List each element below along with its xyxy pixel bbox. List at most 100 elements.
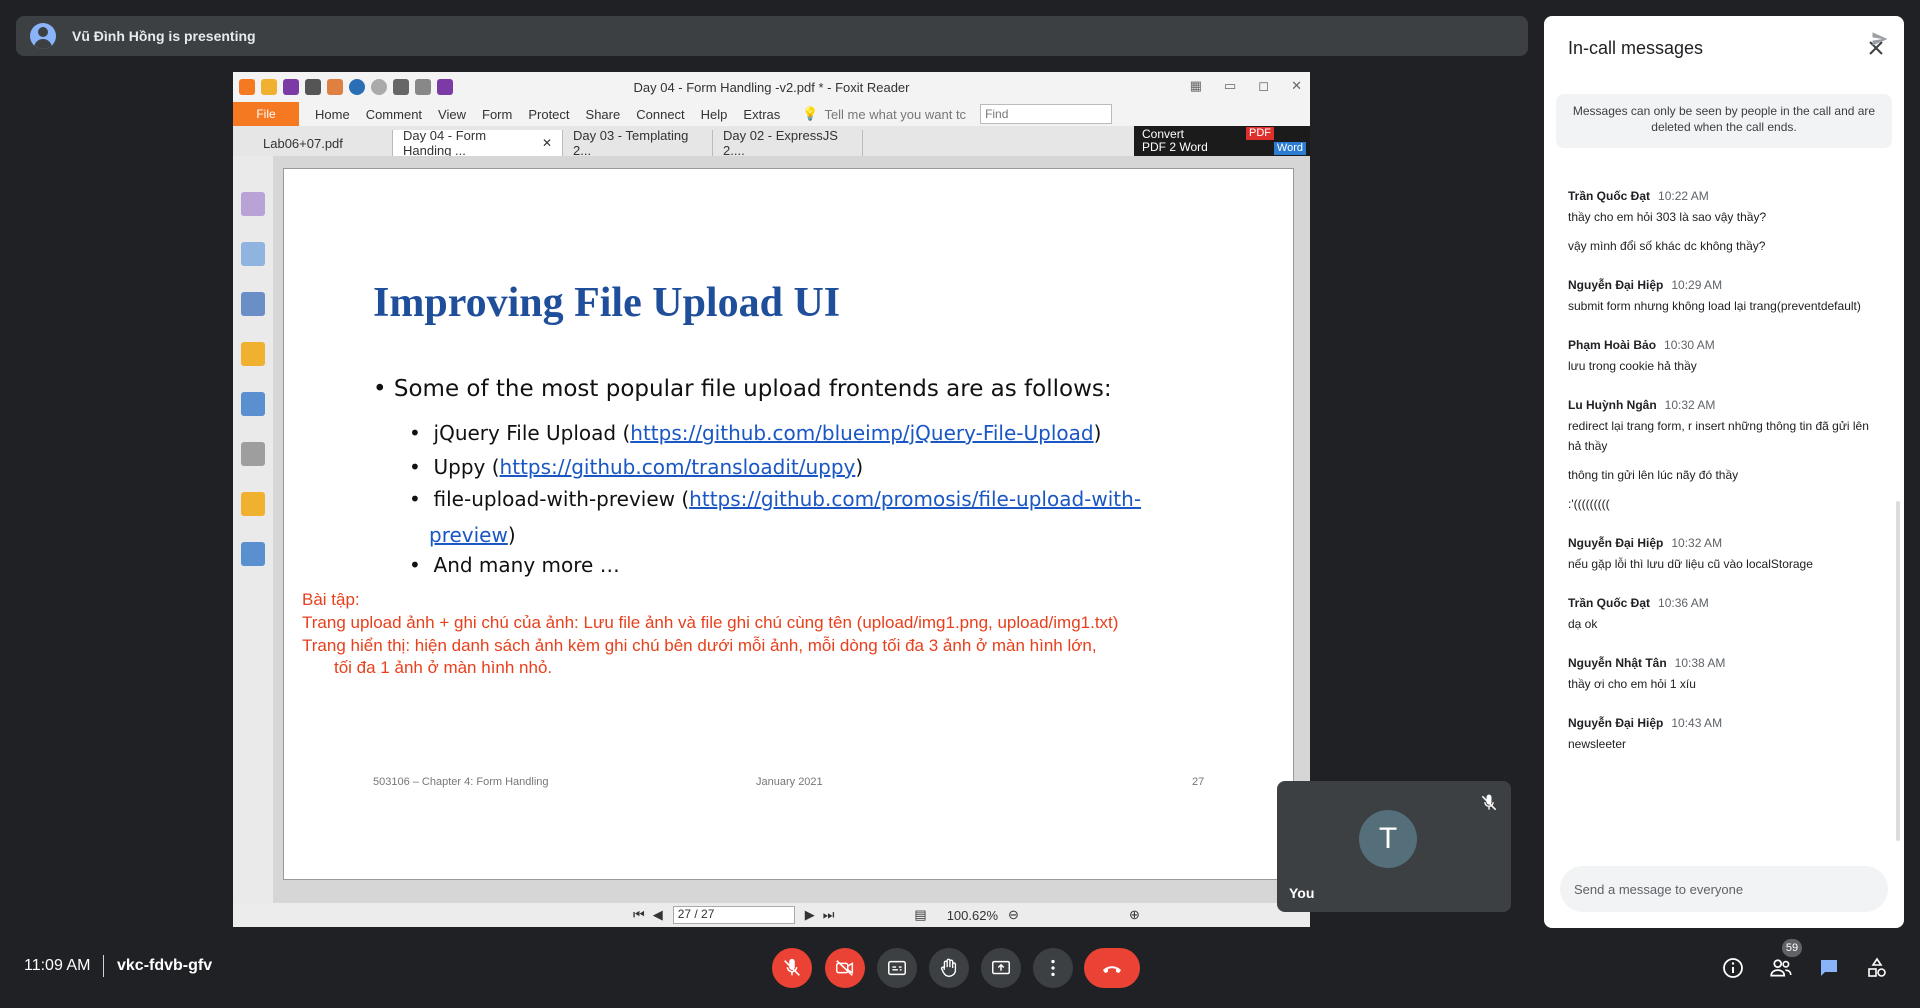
menu-form[interactable]: Form [474, 107, 520, 122]
message-group: Nguyễn Đại Hiệp 10:29 AM submit form nhưn… [1568, 278, 1878, 316]
menu-help[interactable]: Help [693, 107, 736, 122]
self-avatar: T [1359, 810, 1417, 868]
self-video-tile[interactable]: T You [1277, 781, 1511, 912]
message-sender: Lu Huỳnh Ngân [1568, 398, 1657, 412]
tell-me-box[interactable]: 💡 Tell me what you want tc [802, 106, 966, 122]
raise-hand-button[interactable] [929, 948, 969, 988]
close-window-icon[interactable]: ✕ [1291, 78, 1302, 94]
hang-up-icon [1103, 966, 1121, 973]
exercise-line: tối đa 1 ảnh ở màn hình nhỏ. [334, 658, 553, 677]
divider [103, 955, 104, 977]
last-page-icon[interactable]: ⏭ [823, 907, 835, 923]
menu-home[interactable]: Home [307, 107, 358, 122]
minimize-icon[interactable]: ▭ [1224, 78, 1236, 94]
slide-item-jquery: • jQuery File Upload (https://github.com… [409, 421, 1101, 445]
signature-icon[interactable] [241, 442, 265, 466]
attachment-icon[interactable] [241, 392, 265, 416]
lock-icon[interactable] [241, 492, 265, 516]
participant-count-badge: 59 [1782, 939, 1802, 957]
convert-pdf-to-word-ad[interactable]: Convert PDF 2 Word PDF Word [1134, 126, 1310, 156]
document-area[interactable]: Improving File Upload UI • Some of the m… [273, 156, 1310, 903]
doc-tab-day04[interactable]: Day 04 - Form Handing ... ✕ [393, 128, 563, 158]
presenter-avatar [30, 23, 56, 49]
menu-connect[interactable]: Connect [628, 107, 692, 122]
message-text: newsleeter [1568, 737, 1627, 751]
info-icon [1723, 958, 1743, 978]
item-link[interactable]: https://github.com/blueimp/jQuery-File-U… [630, 421, 1093, 445]
doc-tab-day03[interactable]: Day 03 - Templating 2... [563, 128, 713, 158]
find-input[interactable]: Find [980, 104, 1113, 124]
message-time: 10:43 AM [1671, 716, 1723, 730]
menu-view[interactable]: View [430, 107, 474, 122]
message-group: Lu Huỳnh Ngân 10:32 AM redirect lại trang… [1568, 398, 1878, 514]
message-group: Phạm Hoài Bảo 10:30 AM lưu trong cookie h… [1568, 338, 1878, 376]
item-name: jQuery File Upload ( [433, 421, 631, 445]
message-list: Trần Quốc Đạt 10:22 AM thầy cho em hỏi 30… [1568, 189, 1878, 776]
menu-protect[interactable]: Protect [520, 107, 577, 122]
clock: 11:09 AM [24, 957, 91, 974]
bullet-mark: • [409, 553, 421, 577]
comments-icon[interactable] [241, 342, 265, 366]
meeting-details-button[interactable] [1720, 955, 1746, 981]
item-link[interactable]: https://github.com/promosis/file-upload-… [689, 487, 1141, 511]
bookmark-icon[interactable] [241, 192, 265, 216]
page-number-input[interactable]: 27 / 27 [672, 906, 795, 924]
message-sender: Phạm Hoài Bảo [1568, 338, 1657, 352]
layers-icon[interactable] [241, 292, 265, 316]
foxit-window-title: Day 04 - Form Handling -v2.pdf * - Foxit… [633, 80, 910, 95]
prev-page-icon[interactable]: ◀ [653, 907, 663, 923]
item-tail: ) [507, 523, 516, 547]
end-call-button[interactable] [1084, 948, 1140, 988]
zoom-in-icon[interactable]: ⊕ [1129, 907, 1140, 923]
page-layout-icon[interactable]: ▤ [914, 907, 926, 923]
message-text: dạ ok [1568, 617, 1598, 631]
slide-item-more: • And many more … [409, 553, 620, 577]
file-menu[interactable]: File [233, 102, 299, 126]
more-vert-icon [1051, 959, 1055, 977]
word-badge: Word [1273, 142, 1306, 155]
chat-scrollbar[interactable] [1896, 501, 1900, 841]
ribbon-toggle-icon[interactable]: ▦ [1190, 78, 1202, 94]
menu-share[interactable]: Share [578, 107, 629, 122]
camera-off-icon [836, 960, 854, 976]
menu-extras[interactable]: Extras [735, 107, 788, 122]
captions-button[interactable] [877, 948, 917, 988]
doc-tab-label: Day 04 - Form Handing ... [403, 128, 487, 158]
message-sender: Trần Quốc Đạt [1568, 596, 1651, 610]
activities-button[interactable] [1864, 955, 1890, 981]
chat-button[interactable] [1816, 955, 1842, 981]
activities-icon [1868, 957, 1886, 977]
mic-toggle-button[interactable] [772, 948, 812, 988]
bullet-mark: • [409, 487, 421, 511]
doc-tab-label: Lab06+07.pdf [263, 135, 343, 151]
zoom-out-icon[interactable]: ⊖ [1008, 907, 1019, 923]
chat-message-input[interactable]: Send a message to everyone [1560, 866, 1888, 912]
tools-icon[interactable] [241, 542, 265, 566]
zoom-level[interactable]: 100.62% [947, 908, 998, 923]
doc-tab-day02[interactable]: Day 02 - ExpressJS 2.... [713, 128, 863, 158]
camera-toggle-button[interactable] [825, 948, 865, 988]
more-options-button[interactable] [1033, 948, 1073, 988]
item-tail: ) [855, 455, 864, 479]
message-sender: Nguyễn Đại Hiệp [1568, 716, 1664, 730]
slide-footer-left: 503106 – Chapter 4: Form Handling [373, 776, 549, 788]
people-button[interactable] [1768, 955, 1794, 981]
first-page-icon[interactable]: ⏮ [633, 907, 645, 923]
message-time: 10:32 AM [1671, 536, 1723, 550]
tab-close-icon[interactable]: ✕ [542, 136, 552, 150]
present-screen-button[interactable] [981, 948, 1021, 988]
message-time: 10:38 AM [1674, 656, 1726, 670]
presenter-text: Vũ Đình Hồng is presenting [72, 28, 256, 44]
next-page-icon[interactable]: ▶ [805, 907, 815, 923]
item-link[interactable]: preview [429, 523, 508, 547]
send-icon[interactable] [1870, 29, 1890, 49]
menu-comment[interactable]: Comment [358, 107, 430, 122]
item-link[interactable]: https://github.com/transloadit/uppy [500, 455, 856, 479]
slide-item-preview-cont: preview) [429, 523, 516, 547]
maximize-icon[interactable]: ◻ [1258, 78, 1269, 94]
doc-tab-label: Day 03 - Templating 2... [573, 128, 689, 158]
slide-page: Improving File Upload UI • Some of the m… [283, 168, 1294, 880]
doc-tab-lab[interactable]: Lab06+07.pdf [253, 130, 393, 156]
pages-icon[interactable] [241, 242, 265, 266]
people-icon [1770, 959, 1792, 977]
